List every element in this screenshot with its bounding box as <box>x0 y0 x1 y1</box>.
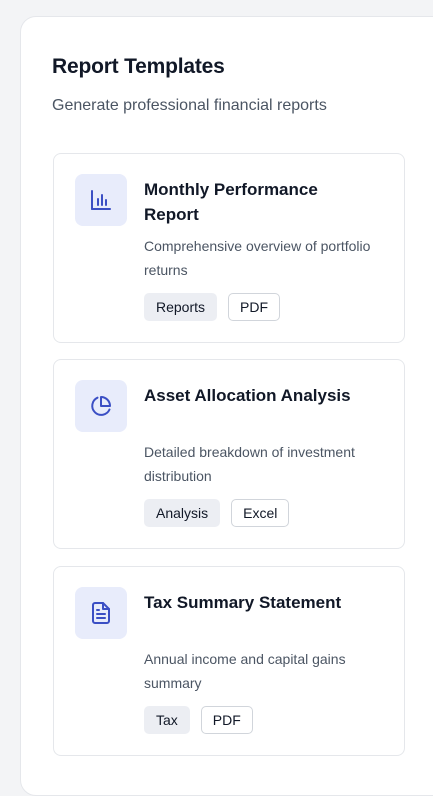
category-badge: Tax <box>144 706 190 734</box>
template-tags: Tax PDF <box>144 706 253 734</box>
panel-subtitle: Generate professional financial reports <box>52 97 327 114</box>
template-title: Asset Allocation Analysis <box>144 386 351 405</box>
pie-chart-icon <box>75 380 127 432</box>
format-badge: Excel <box>231 499 290 527</box>
template-description: Annual income and capital gains summary <box>144 651 346 691</box>
format-badge: PDF <box>200 706 253 734</box>
category-badge: Analysis <box>144 499 221 527</box>
template-card-asset-allocation[interactable]: Asset Allocation Analysis Detailed break… <box>53 359 405 549</box>
template-card-monthly-performance[interactable]: Monthly Performance Report Comprehensive… <box>53 153 405 343</box>
report-templates-panel: Report Templates Generate professional f… <box>20 16 433 796</box>
template-title: Monthly Performance Report <box>144 180 318 224</box>
template-title: Tax Summary Statement <box>144 593 342 612</box>
template-tags: Analysis Excel <box>144 499 290 527</box>
document-icon <box>75 587 127 639</box>
bar-chart-icon <box>75 174 127 226</box>
template-card-tax-summary[interactable]: Tax Summary Statement Annual income and … <box>53 566 405 756</box>
template-tags: Reports PDF <box>144 293 281 321</box>
panel-title: Report Templates <box>52 55 225 78</box>
format-badge: PDF <box>228 293 281 321</box>
template-description: Detailed breakdown of investment distrib… <box>144 444 355 484</box>
template-description: Comprehensive overview of portfolio retu… <box>144 238 371 278</box>
category-badge: Reports <box>144 293 218 321</box>
